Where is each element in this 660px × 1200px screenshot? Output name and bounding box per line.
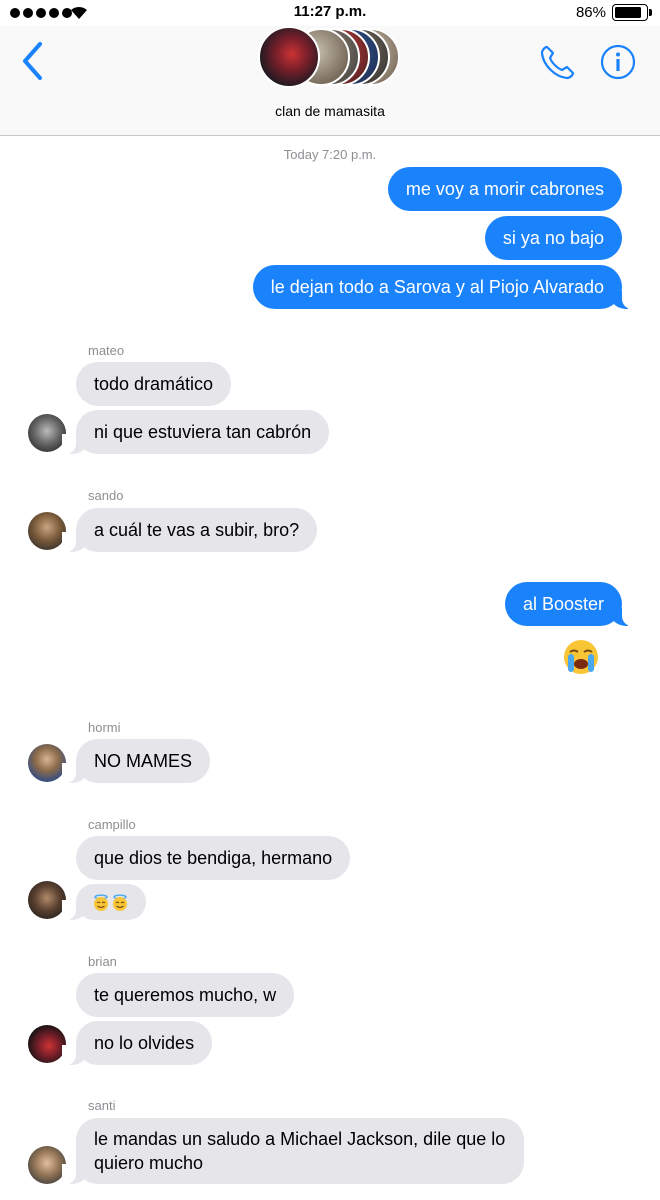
- sender-name: hormi: [88, 720, 121, 735]
- phone-icon[interactable]: [538, 42, 578, 82]
- received-message[interactable]: le mandas un saludo a Michael Jackson, d…: [62, 1118, 524, 1184]
- conversation-header: clan de mamasita: [0, 26, 660, 136]
- received-message[interactable]: que dios te bendiga, hermano: [76, 836, 351, 880]
- sent-message[interactable]: le dejan todo a Sarova y al Piojo Alvara…: [252, 265, 637, 309]
- battery-percentage: 86%: [575, 4, 606, 21]
- sender-name: sando: [88, 488, 124, 503]
- sent-message[interactable]: si ya no bajo: [484, 216, 622, 260]
- group-name[interactable]: clan de mamasita: [0, 103, 660, 119]
- received-message[interactable]: no lo olvides: [61, 1021, 213, 1065]
- avatar[interactable]: [28, 1025, 66, 1063]
- sender-name: mateo: [88, 343, 125, 358]
- smiling-face-with-halo-emoji: [113, 894, 127, 912]
- sender-name: campillo: [88, 817, 136, 832]
- emoji-message[interactable]: [62, 884, 146, 920]
- avatar[interactable]: [28, 512, 66, 550]
- sender-name: brian: [88, 954, 117, 969]
- sent-message[interactable]: al Booster: [504, 582, 637, 626]
- chevron-left-icon[interactable]: [20, 40, 46, 82]
- avatar[interactable]: [28, 881, 66, 919]
- group-avatar-stack[interactable]: [258, 26, 408, 90]
- received-message[interactable]: te queremos mucho, w: [76, 973, 295, 1017]
- received-message[interactable]: todo dramático: [76, 362, 232, 406]
- status-bar: 11:27 p.m. 86%: [0, 0, 660, 26]
- loudly-crying-face-emoji[interactable]: [562, 638, 600, 676]
- status-time: 11:27 p.m.: [293, 3, 367, 20]
- smiling-face-with-halo-emoji: [94, 894, 108, 912]
- conversation-timestamp: Today 7:20 p.m.: [283, 147, 377, 162]
- avatar[interactable]: [28, 1146, 66, 1184]
- received-message[interactable]: NO MAMES: [61, 739, 211, 783]
- avatar[interactable]: [28, 414, 66, 452]
- received-message[interactable]: a cuál te vas a subir, bro?: [61, 508, 318, 552]
- sender-name: santi: [88, 1098, 116, 1113]
- avatar[interactable]: [28, 744, 66, 782]
- received-message[interactable]: ni que estuviera tan cabrón: [61, 410, 330, 454]
- sent-message[interactable]: me voy a morir cabrones: [387, 167, 622, 211]
- battery-icon: [612, 4, 652, 21]
- info-icon[interactable]: [600, 44, 636, 80]
